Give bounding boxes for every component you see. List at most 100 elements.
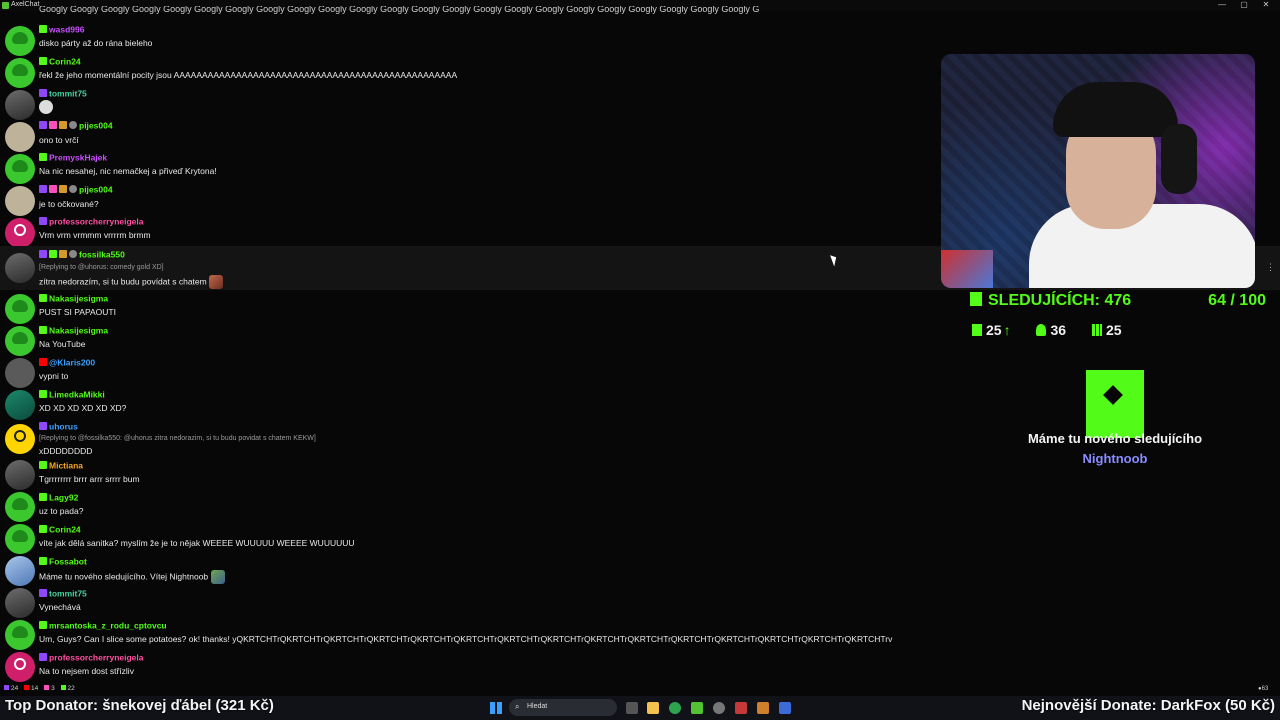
gift-badge-icon	[59, 249, 67, 258]
gift-badge-icon	[59, 120, 67, 129]
message-header: wasd996	[39, 24, 84, 35]
avatar	[5, 524, 35, 554]
minimize-button[interactable]: —	[1212, 0, 1232, 9]
message-text: Vynechává	[39, 602, 81, 612]
subscriber-badge-icon	[49, 120, 57, 129]
follower-alert: Máme tu nového sledujícího Nightnoob	[990, 370, 1240, 466]
heart-icon	[44, 685, 50, 690]
kick-platform-icon	[39, 152, 47, 161]
obs-icon[interactable]	[713, 702, 725, 714]
kick-logo-icon	[1086, 370, 1144, 438]
gift-badge-icon	[59, 184, 67, 193]
username[interactable]: uhorus	[49, 422, 78, 432]
camera-badge-icon	[69, 120, 77, 129]
chrome-icon[interactable]	[669, 702, 681, 714]
game-app-icon[interactable]	[757, 702, 769, 714]
kick-badge-icon	[49, 249, 57, 258]
kick-icon	[60, 685, 66, 690]
avatar	[5, 492, 35, 522]
username[interactable]: Fossabot	[49, 557, 87, 567]
avatar	[5, 556, 35, 586]
message-text: PUST SI PAPAOUTI	[39, 307, 116, 317]
search-icon: ⌕	[515, 702, 520, 711]
emote-icon	[210, 570, 225, 584]
username[interactable]: wasd996	[49, 25, 84, 35]
username[interactable]: Mictiana	[49, 461, 83, 471]
media-app-icon[interactable]	[735, 702, 747, 714]
username[interactable]: Corin24	[49, 525, 81, 535]
followers-counter: SLEDUJÍCÍCH: 476	[970, 292, 1131, 310]
kick-platform-icon	[39, 389, 47, 398]
message-text-content: Máme tu nového sledujícího. Vítej Nightn…	[39, 571, 209, 582]
webcam-feed	[941, 54, 1255, 288]
search-placeholder: Hledat	[527, 703, 548, 710]
username[interactable]: tommit75	[49, 589, 87, 599]
more-options-icon[interactable]: ⋮	[1266, 262, 1275, 273]
username[interactable]: professorcherryneigela	[49, 653, 143, 663]
followers-label: SLEDUJÍCÍCH: 476	[988, 292, 1132, 309]
avatar	[5, 58, 35, 88]
username[interactable]: fossilka550	[79, 250, 125, 260]
twitch-platform-icon	[39, 88, 47, 97]
username[interactable]: Corin24	[49, 57, 81, 67]
counter-kick: 22	[67, 685, 75, 692]
message-text	[39, 100, 53, 114]
close-button[interactable]: ✕	[1256, 0, 1276, 9]
message-text: ono to vrčí	[39, 135, 79, 145]
twitch-platform-icon	[39, 216, 47, 225]
tray-user-icon[interactable]: ●63	[1258, 686, 1268, 692]
username[interactable]: Nakasijesigma	[49, 294, 108, 304]
kick-platform-icon	[39, 556, 47, 565]
twitch-platform-icon	[39, 249, 47, 258]
kick-app-icon[interactable]	[691, 702, 703, 714]
message-text: Um, Guys? Can I slice some potatoes? ok!…	[39, 634, 893, 644]
counter-twitch: 24	[11, 685, 19, 692]
username[interactable]: professorcherryneigela	[49, 217, 143, 227]
username[interactable]: mrsantoska_z_rodu_cptovcu	[49, 621, 167, 631]
viewer-count: 36	[1050, 322, 1067, 338]
username[interactable]: @Klaris200	[49, 358, 95, 368]
avatar	[5, 390, 35, 420]
message-header: PremyskHajek	[39, 152, 107, 163]
message-header: Fossabot	[39, 556, 87, 567]
axelchat-taskbar-icon[interactable]	[779, 702, 791, 714]
username[interactable]: tommit75	[49, 89, 87, 99]
kick-platform-icon	[39, 24, 47, 33]
username[interactable]: pijes004	[79, 121, 113, 131]
avatar	[5, 358, 35, 388]
maximize-button[interactable]: ▢	[1234, 0, 1254, 9]
kick-platform-icon	[39, 325, 47, 334]
kick-platform-icon	[39, 524, 47, 533]
message-text: Na to nejsem dost střízliv	[39, 666, 134, 676]
message-text: XD XD XD XD XD XD?	[39, 403, 127, 413]
message-header: professorcherryneigela	[39, 652, 143, 663]
task-view-icon[interactable]	[626, 702, 638, 714]
kick-platform-icon	[39, 56, 47, 65]
message-text: disko párty až do rána bieleho	[39, 38, 153, 48]
windows-start-icon[interactable]	[490, 702, 502, 714]
stat-row: 25 ↑ 36 25	[972, 322, 1144, 338]
message-header: @Klaris200	[39, 357, 95, 368]
username[interactable]: pijes004	[79, 185, 113, 195]
youtube-platform-icon	[39, 357, 47, 366]
twitch-platform-icon	[39, 588, 47, 597]
top-donator: Top Donator: šnekovej ďábel (321 Kč)	[5, 697, 274, 714]
username[interactable]: Lagy92	[49, 493, 78, 503]
counter-heart: 3	[51, 685, 55, 692]
streamer-cap	[1053, 82, 1178, 137]
message-header: Mictiana	[39, 460, 83, 471]
skull-emote-icon	[39, 100, 53, 114]
message-text: uz to pada?	[39, 506, 84, 516]
kick-platform-icon	[39, 293, 47, 302]
alert-headline: Máme tu nového sledujícího	[1027, 431, 1203, 446]
message-text: vypni to	[39, 371, 69, 381]
username[interactable]: PremyskHajek	[49, 153, 107, 163]
counter-youtube: 14	[31, 685, 39, 692]
username[interactable]: Nakasijesigma	[49, 326, 108, 336]
camera-badge-icon	[69, 184, 77, 193]
file-explorer-icon[interactable]	[647, 702, 659, 714]
username[interactable]: LimedkaMikki	[49, 390, 105, 400]
message-header: Nakasijesigma	[39, 325, 108, 336]
taskbar-search-box[interactable]: ⌕ Hledat	[509, 699, 617, 716]
kick-logo-icon	[970, 292, 982, 306]
